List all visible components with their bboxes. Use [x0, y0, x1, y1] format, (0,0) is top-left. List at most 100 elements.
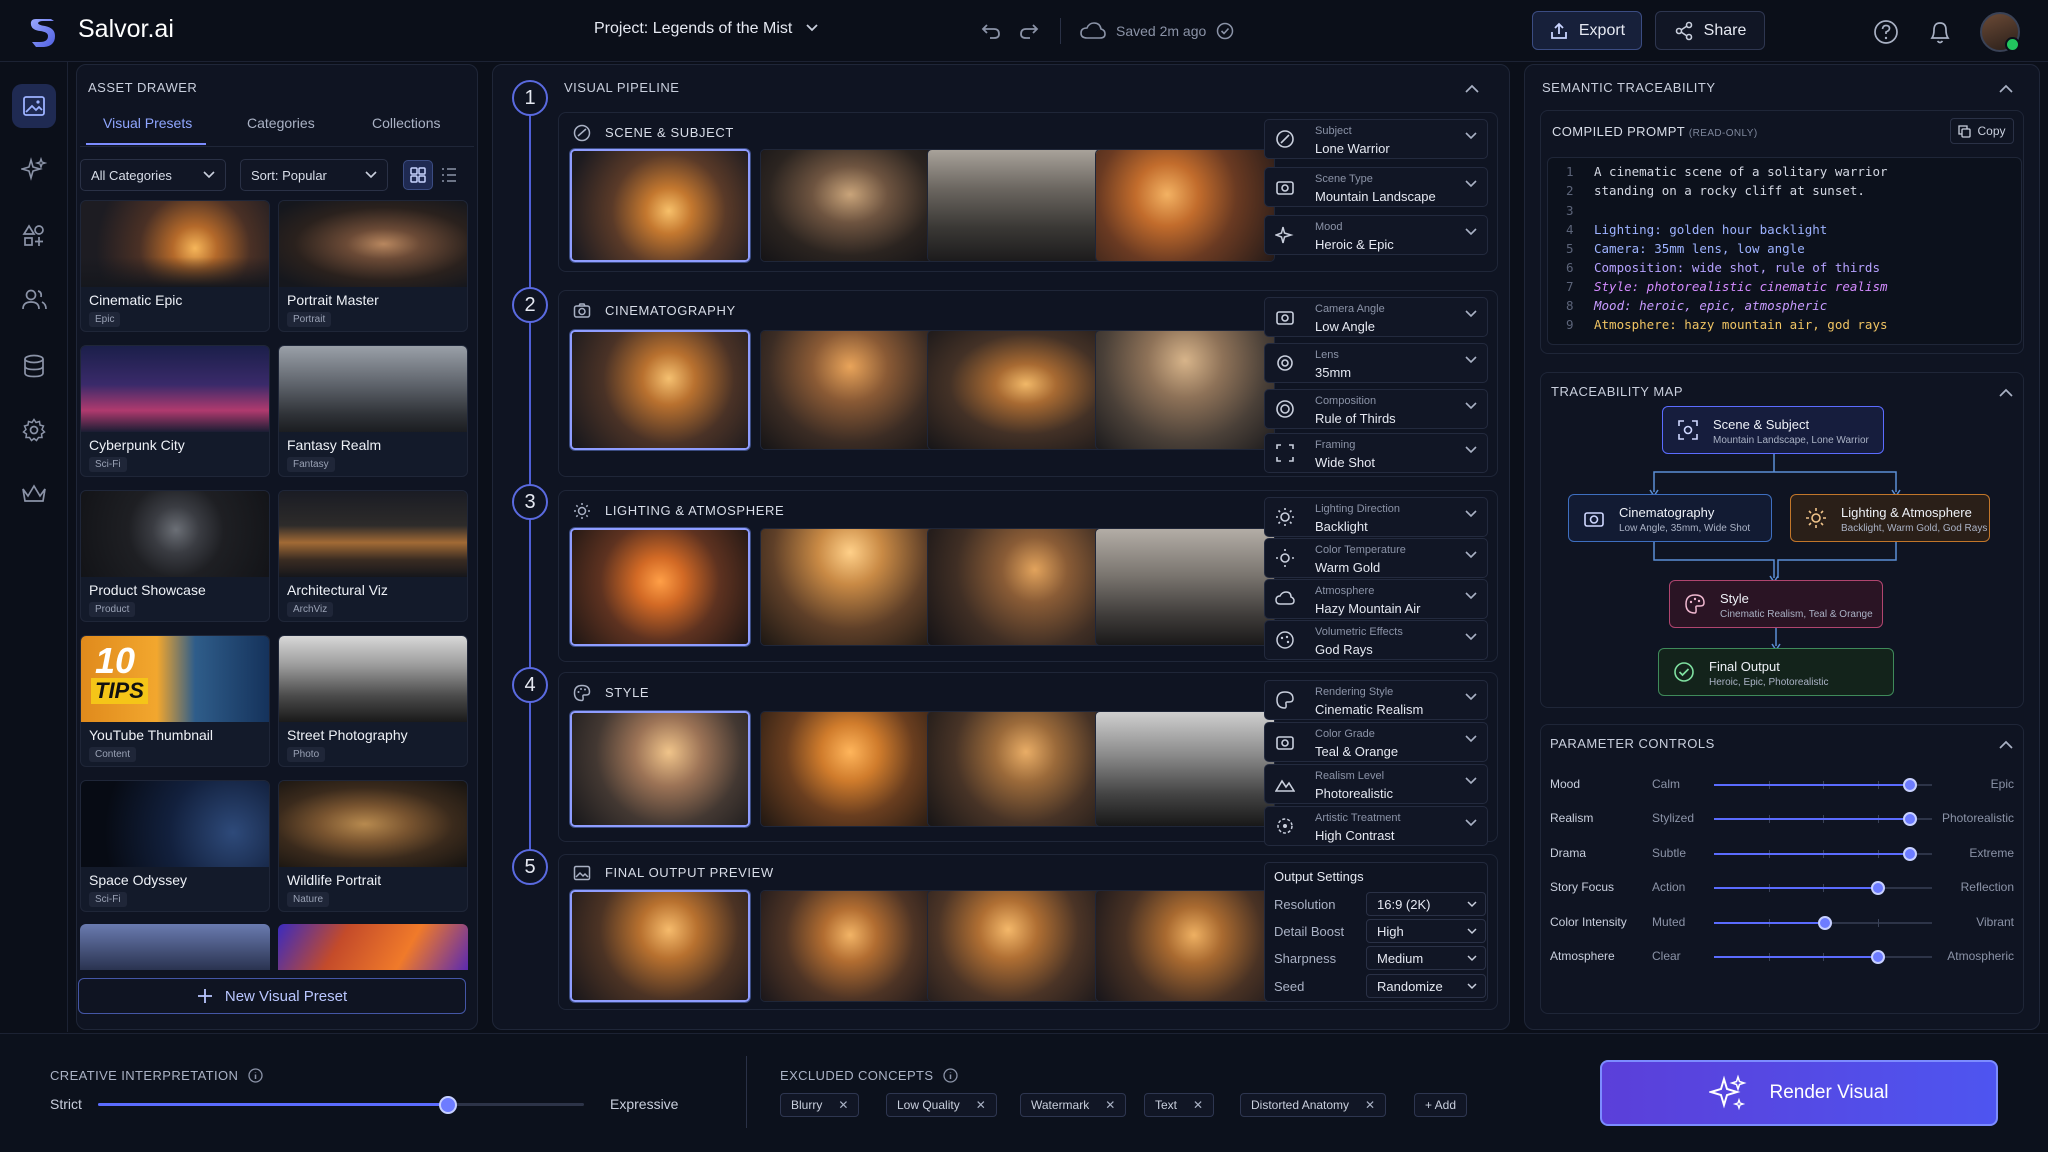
composition-dropdown[interactable]: Composition Rule of Thirds [1264, 389, 1488, 429]
variant-thumbnail[interactable] [1095, 149, 1275, 262]
close-icon[interactable]: ✕ [1105, 1098, 1115, 1112]
variant-thumbnail[interactable] [927, 711, 1107, 827]
creative-slider-knob[interactable] [438, 1096, 457, 1114]
slider-knob[interactable] [1870, 950, 1885, 964]
atmosphere-dropdown[interactable]: Atmosphere Hazy Mountain Air [1264, 579, 1488, 619]
help-icon[interactable] [1872, 18, 1900, 46]
add-excluded-button[interactable]: + Add [1414, 1093, 1468, 1117]
framing-dropdown[interactable]: Framing Wide Shot [1264, 433, 1488, 473]
mood-dropdown[interactable]: Mood Heroic & Epic [1264, 215, 1488, 255]
grid-view-icon[interactable] [403, 160, 433, 190]
lens-dropdown[interactable]: Lens 35mm [1264, 343, 1488, 383]
excluded-chip[interactable]: Watermark ✕ [1020, 1093, 1127, 1117]
info-icon[interactable] [248, 1068, 263, 1083]
close-icon[interactable]: ✕ [1365, 1098, 1375, 1112]
color-grade-dropdown[interactable]: Color Grade Teal & Orange [1264, 722, 1488, 762]
preset-card[interactable]: Architectural Viz ArchViz [278, 490, 468, 622]
slider-track[interactable] [1714, 881, 1932, 895]
collapse-icon[interactable] [1996, 734, 2016, 754]
category-filter[interactable]: All Categories [80, 159, 226, 191]
output-thumbnail[interactable] [927, 890, 1107, 1002]
output-thumbnail[interactable] [760, 890, 940, 1002]
list-view-icon[interactable] [434, 160, 464, 190]
slider-track[interactable] [1714, 812, 1932, 826]
new-visual-preset-button[interactable]: New Visual Preset [78, 978, 466, 1014]
excluded-chip[interactable]: Low Quality ✕ [886, 1093, 997, 1117]
preset-card[interactable]: Fantasy Realm Fantasy [278, 345, 468, 477]
camera-angle-dropdown[interactable]: Camera Angle Low Angle [1264, 297, 1488, 337]
output-thumbnail[interactable] [1095, 890, 1275, 1002]
collapse-icon[interactable] [1996, 78, 2016, 98]
seed-select[interactable]: Randomize [1366, 974, 1486, 998]
close-icon[interactable]: ✕ [1193, 1098, 1203, 1112]
excluded-chip[interactable]: Text ✕ [1144, 1093, 1215, 1117]
variant-thumbnail[interactable] [1095, 711, 1275, 827]
undo-icon[interactable] [978, 18, 1004, 44]
preset-card[interactable]: Product Showcase Product [80, 490, 270, 622]
preset-card[interactable]: Cinematic Epic Epic [80, 200, 270, 332]
variant-thumbnail[interactable] [570, 528, 750, 646]
resolution-select[interactable]: 16:9 (2K) [1366, 892, 1486, 916]
slider-knob[interactable] [1870, 881, 1885, 895]
info-icon[interactable] [943, 1068, 959, 1083]
scene-type-dropdown[interactable]: Scene Type Mountain Landscape [1264, 167, 1488, 207]
bell-icon[interactable] [1926, 18, 1954, 46]
map-node-lighting[interactable]: Lighting & Atmosphere Backlight, Warm Go… [1790, 494, 1990, 542]
variant-thumbnail[interactable] [760, 711, 940, 827]
preset-card[interactable]: Space Odyssey Sci-Fi [80, 780, 270, 912]
rendering-style-dropdown[interactable]: Rendering Style Cinematic Realism [1264, 680, 1488, 720]
map-node-scene[interactable]: Scene & Subject Mountain Landscape, Lone… [1662, 406, 1884, 454]
copy-button[interactable]: Copy [1950, 118, 2014, 144]
slider-track[interactable] [1714, 950, 1932, 964]
preset-card[interactable]: Portrait Master Portrait [278, 200, 468, 332]
preset-card[interactable]: Street Photography Photo [278, 635, 468, 767]
preset-card[interactable]: Wildlife Portrait Nature [278, 780, 468, 912]
sort-select[interactable]: Sort: Popular [240, 159, 388, 191]
variant-thumbnail[interactable] [570, 330, 750, 450]
variant-thumbnail[interactable] [760, 330, 940, 450]
output-thumbnail[interactable] [570, 890, 750, 1002]
color-temperature-dropdown[interactable]: Color Temperature Warm Gold [1264, 538, 1488, 578]
variant-thumbnail[interactable] [760, 528, 940, 646]
excluded-chip[interactable]: Distorted Anatomy ✕ [1240, 1093, 1387, 1117]
volumetric-effects-dropdown[interactable]: Volumetric Effects God Rays [1264, 620, 1488, 660]
gear-icon[interactable] [12, 408, 56, 452]
close-icon[interactable]: ✕ [976, 1098, 986, 1112]
slider-track[interactable] [1714, 916, 1932, 930]
user-avatar[interactable] [1980, 12, 2020, 52]
variant-thumbnail[interactable] [760, 149, 940, 262]
variant-thumbnail[interactable] [570, 149, 750, 262]
collapse-icon[interactable] [1462, 78, 1482, 98]
project-selector[interactable]: Project: Legends of the Mist [594, 20, 819, 38]
excluded-chip[interactable]: Blurry ✕ [780, 1093, 860, 1117]
tab-categories[interactable]: Categories [247, 115, 315, 131]
sharpness-select[interactable]: Medium [1366, 946, 1486, 970]
variant-thumbnail[interactable] [1095, 528, 1275, 646]
slider-track[interactable] [1714, 778, 1932, 792]
variant-thumbnail[interactable] [1095, 330, 1275, 450]
variant-thumbnail[interactable] [927, 528, 1107, 646]
redo-icon[interactable] [1016, 18, 1042, 44]
subject-dropdown[interactable]: Subject Lone Warrior [1264, 119, 1488, 159]
share-button[interactable]: Share [1655, 11, 1765, 50]
preset-card[interactable]: 10 TIPS YouTube Thumbnail Content [80, 635, 270, 767]
sparkle-icon[interactable] [12, 148, 56, 192]
detail-boost-select[interactable]: High [1366, 919, 1486, 943]
artistic-treatment-dropdown[interactable]: Artistic Treatment High Contrast [1264, 806, 1488, 846]
users-icon[interactable] [12, 278, 56, 322]
render-visual-button[interactable]: Render Visual [1600, 1060, 1998, 1126]
map-node-final-output[interactable]: Final Output Heroic, Epic, Photorealisti… [1658, 648, 1894, 696]
map-node-style[interactable]: Style Cinematic Realism, Teal & Orange [1669, 580, 1883, 628]
lighting-direction-dropdown[interactable]: Lighting Direction Backlight [1264, 497, 1488, 537]
variant-thumbnail[interactable] [927, 149, 1107, 262]
tab-visual-presets[interactable]: Visual Presets [103, 115, 192, 131]
crown-icon[interactable] [12, 472, 56, 516]
creative-interpretation-slider[interactable] [98, 1096, 584, 1114]
preset-card[interactable]: Cyberpunk City Sci-Fi [80, 345, 270, 477]
image-icon[interactable] [12, 84, 56, 128]
close-icon[interactable]: ✕ [838, 1098, 848, 1112]
variant-thumbnail[interactable] [570, 711, 750, 827]
variant-thumbnail[interactable] [927, 330, 1107, 450]
shapes-icon[interactable] [12, 214, 56, 258]
slider-track[interactable] [1714, 847, 1932, 861]
